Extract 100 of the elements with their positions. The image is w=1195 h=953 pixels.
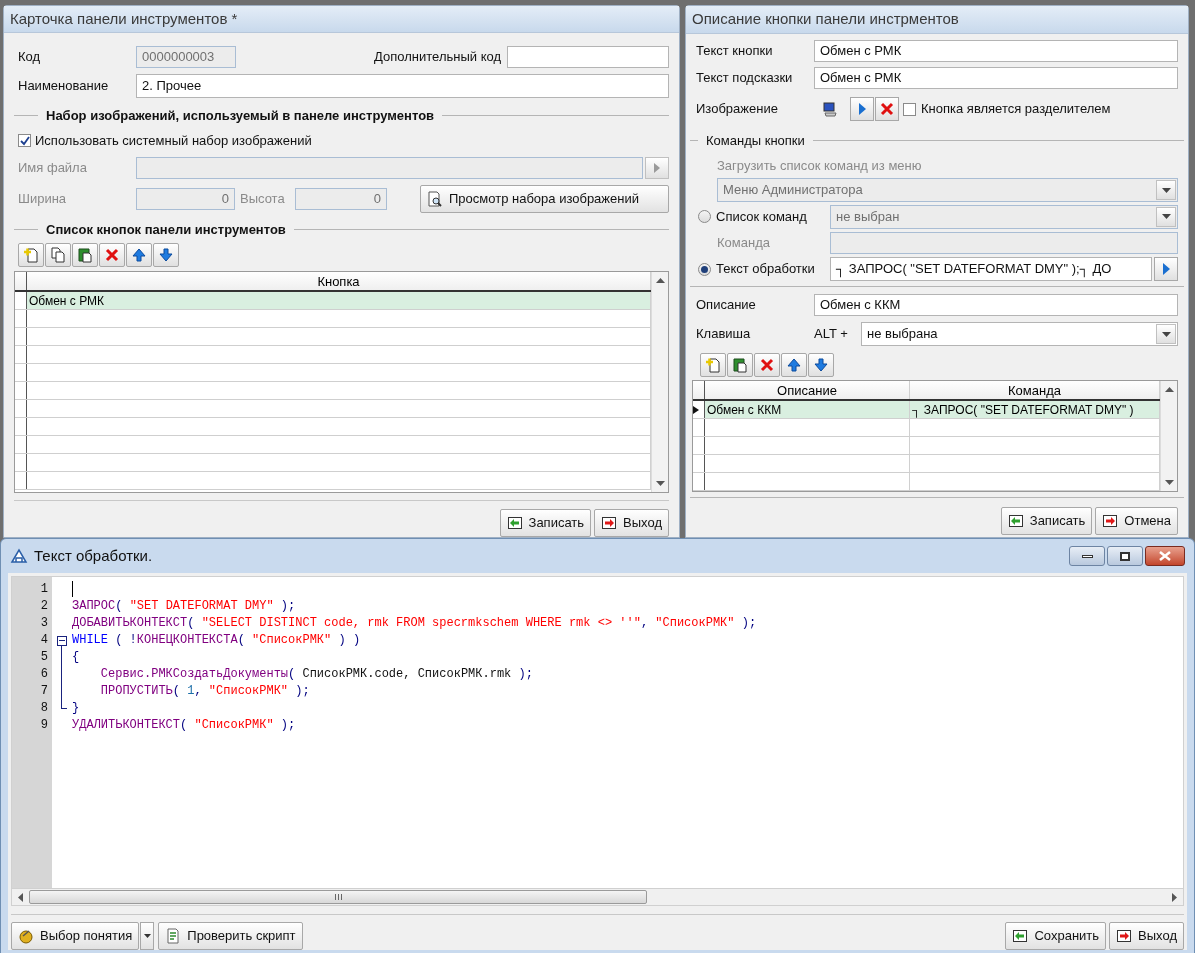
field-label: Дополнительный код [374,48,501,67]
save-button[interactable]: Записать [1000,507,1093,535]
exit-icon [1116,928,1133,944]
edit-script-button[interactable] [1154,257,1178,281]
save-icon [506,515,523,531]
scroll-down-icon [1164,480,1174,485]
caret-icon [1161,331,1171,337]
table-cell: Обмен с ККМ [705,401,910,418]
scrollbar-thumb[interactable] [29,890,647,904]
code-line: ДОБАВИТЬКОНТЕКСТ( "SELECT DISTINCT code, rmk FROM specrmkschem WHERE rmk <> ''", "СписокРМК" ); [72,615,757,632]
code-line: } [72,700,80,717]
tooltip-field[interactable]: Обмен с РМК [814,67,1178,89]
copy-button[interactable] [45,243,71,267]
choose-concept-button[interactable]: Выбор понятия [11,922,140,950]
caret-icon [143,934,151,938]
table-row[interactable]: Обмен с ККМ ┐ ЗАПРОС( "SET DATEFORMAT DMY" ) [693,401,1160,419]
checkbox[interactable] [18,134,31,147]
exit-button[interactable]: Отмена [1095,507,1178,535]
line-number: 9 [39,717,49,734]
section-title: Набор изображений, используемый в панеле инструментов [46,107,435,125]
field-label: Текст кнопки [696,42,774,61]
exit-button[interactable]: Выход [1109,922,1184,950]
line-number: 1 [39,581,49,598]
radio-button[interactable] [698,262,711,276]
name-field[interactable]: 2. Прочее [136,74,669,98]
field-label: Описание [696,296,757,315]
move-down-button[interactable] [153,243,179,267]
add-button[interactable] [18,243,44,267]
column-header[interactable]: Описание [705,381,910,399]
computer-icon [822,101,838,117]
field-label: Код [17,48,42,67]
panel-title: Карточка панели инструментов * [10,8,238,29]
hotkey-dropdown[interactable]: не выбрана [861,322,1178,346]
browse-button[interactable] [645,156,669,179]
section-title: Команды кнопки [706,132,805,150]
paste-button[interactable] [72,243,98,267]
vertical-scrollbar[interactable] [651,272,668,492]
caption-field[interactable]: Обмен с РМК [814,40,1178,62]
arrow-up-icon [131,247,147,263]
line-number: 3 [39,615,49,632]
field-label: Изображение [696,100,779,119]
radio-label: Список команд [716,207,807,226]
magnifier-document-icon [427,191,443,207]
move-up-button[interactable] [126,243,152,267]
move-down-button[interactable] [808,353,834,377]
script-field[interactable]: ┐ ЗАПРОС( "SET DATEFORMAT DMY" );┐ ДО [830,257,1152,281]
radio-label: Текст обработки [716,260,815,279]
delete-icon [879,101,895,117]
code-line: WHILE ( !КОНЕЦКОНТЕКСТА( "СписокРМК" ) ) [72,632,361,649]
extra-code-field[interactable] [507,46,669,68]
move-up-button[interactable] [781,353,807,377]
code-line: Сервис.РМКСоздатьДокументы( СписокРМК.code, СписокРМК.rmk ); [99,666,533,683]
concept-dropdown-button[interactable] [140,922,155,950]
field-label: Загрузить список команд из меню [717,156,923,175]
delete-icon [104,247,120,263]
save-icon [1007,513,1024,529]
paste-icon [732,357,748,373]
code-line: УДАЛИТЬКОНТЕКСТ( "СписокРМК" ); [72,717,296,734]
line-number: 8 [39,700,49,717]
copy-icon [50,247,66,263]
field-label: Наименование [17,77,110,96]
clear-image-button[interactable] [875,97,899,121]
exit-icon [1102,513,1119,529]
maximize-button[interactable] [1107,546,1143,566]
vertical-scrollbar[interactable] [1160,381,1177,491]
arrow-up-icon [786,357,802,373]
script-check-icon [165,928,182,944]
scroll-up-icon [655,278,665,283]
concept-icon [18,928,34,944]
line-number: 7 [39,683,49,700]
add-button[interactable] [700,353,726,377]
code-line: { [72,649,80,666]
field-label: Ширина [17,190,68,209]
collapse-toggle[interactable] [57,635,67,646]
minimize-button[interactable] [1069,546,1105,566]
close-button[interactable] [1145,546,1185,566]
exit-icon [601,515,618,531]
checkbox[interactable] [903,102,916,116]
choose-image-button[interactable] [850,97,874,121]
preview-images-button[interactable]: Просмотр набора изображений [420,185,669,213]
check-script-button[interactable]: Проверить скрипт [158,922,303,950]
save-button[interactable]: Сохранить [1005,922,1107,950]
caret-icon [1161,187,1171,193]
current-row-icon [693,405,699,414]
delete-button[interactable] [99,243,125,267]
save-button[interactable]: Записать [499,509,592,537]
line-number: 5 [39,649,49,666]
description-field[interactable]: Обмен с ККМ [814,294,1178,316]
checkbox-label: Использовать системный набор изображений [35,131,312,150]
new-document-icon [705,357,721,373]
play-icon [654,162,660,173]
scroll-up-icon [1164,387,1174,392]
exit-button[interactable]: Выход [594,509,669,537]
paste-button[interactable] [727,353,753,377]
panel-title: Описание кнопки панели инстрментов [692,9,959,30]
file-name-field[interactable] [136,156,643,179]
delete-button[interactable] [754,353,780,377]
line-number: 4 [39,632,49,649]
horizontal-scrollbar[interactable] [11,889,1184,906]
new-document-icon [23,247,39,263]
